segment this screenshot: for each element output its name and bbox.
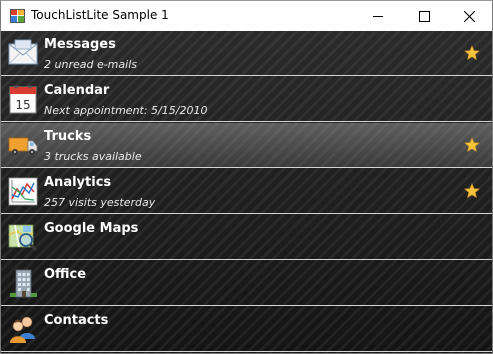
maximize-button[interactable] [401, 1, 447, 31]
touch-list[interactable]: Messages 2 unread e-mails 15 Calendar Ne… [1, 31, 492, 353]
title-bar[interactable]: TouchListLite Sample 1 [1, 1, 492, 31]
minimize-button[interactable] [355, 1, 401, 31]
item-label: Office [44, 267, 87, 282]
list-item-messages[interactable]: Messages 2 unread e-mails [1, 31, 492, 76]
list-item-office[interactable]: Office [1, 261, 492, 306]
app-icon [10, 9, 25, 23]
maximize-icon [418, 10, 430, 22]
item-subtitle: Next appointment: 5/15/2010 [44, 104, 208, 117]
minimize-icon [373, 16, 383, 17]
star-icon[interactable] [464, 183, 480, 199]
calendar-day: 15 [15, 98, 30, 112]
item-label: Google Maps [44, 221, 139, 236]
analytics-chart-icon [8, 177, 38, 206]
truck-icon [8, 137, 38, 155]
map-magnifier-icon [8, 224, 38, 252]
calendar-icon: 15 [9, 85, 37, 114]
item-subtitle: 257 visits yesterday [44, 196, 156, 209]
close-icon [463, 10, 475, 22]
contacts-people-icon [10, 316, 35, 343]
list-item-calendar[interactable]: 15 Calendar Next appointment: 5/15/2010 [1, 77, 492, 122]
list-item-analytics[interactable]: Analytics 257 visits yesterday [1, 169, 492, 214]
star-icon[interactable] [464, 137, 480, 153]
item-label: Messages [44, 37, 116, 52]
window-title: TouchListLite Sample 1 [31, 8, 169, 22]
item-label: Contacts [44, 313, 109, 328]
office-building-icon [10, 269, 37, 298]
list-item-google-maps[interactable]: Google Maps [1, 215, 492, 260]
close-button[interactable] [446, 1, 492, 31]
item-subtitle: 2 unread e-mails [44, 58, 137, 71]
item-label: Trucks [44, 129, 92, 144]
item-label: Calendar [44, 83, 110, 98]
app-window: TouchListLite Sample 1 Messages 2 unread… [0, 0, 493, 354]
envelope-icon [8, 39, 38, 65]
list-item-contacts[interactable]: Contacts [1, 307, 492, 352]
item-label: Analytics [44, 175, 112, 190]
item-subtitle: 3 trucks available [44, 150, 142, 163]
star-icon[interactable] [464, 45, 480, 61]
list-item-trucks[interactable]: Trucks 3 trucks available [1, 123, 492, 168]
